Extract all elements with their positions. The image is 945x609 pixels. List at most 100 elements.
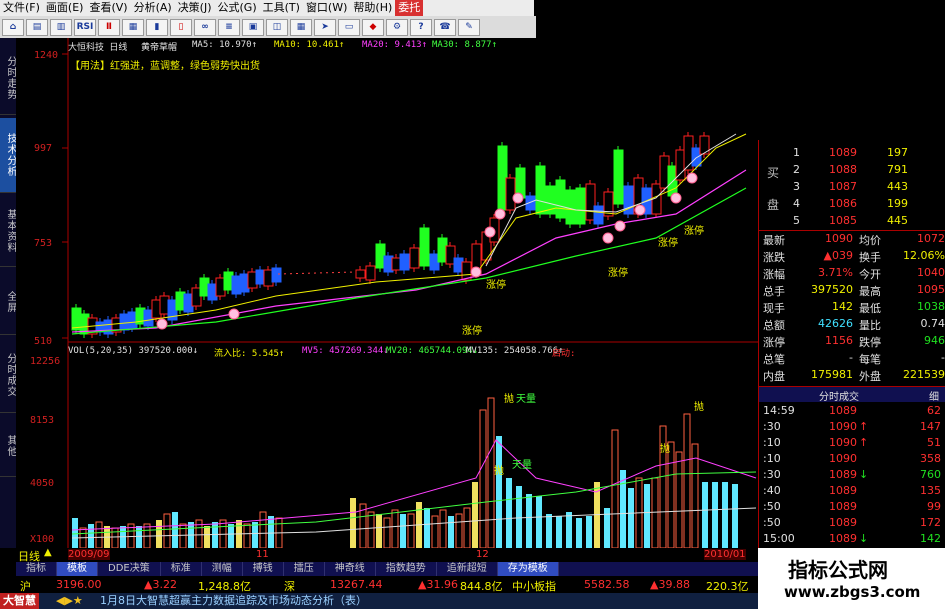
app-logo[interactable]: 大智慧	[0, 593, 39, 609]
vol-bar-24	[268, 516, 274, 548]
vol-bar-51	[566, 512, 572, 548]
zxb-label[interactable]: 中小板指	[512, 578, 556, 594]
stat-value: -	[849, 351, 853, 364]
annotation-zt2: 涨停	[486, 280, 506, 291]
vol-bar-2	[88, 524, 94, 548]
menu-item-7[interactable]: 窗口(W)	[303, 0, 350, 16]
trade-vol: 358	[920, 452, 941, 465]
vol-bar-53	[586, 516, 592, 548]
kline-chart-area[interactable]: 大恒科技 日线 黄帝草帽 MA5: 10.970↑ MA10: 10.461↑ MA…	[16, 38, 758, 563]
candle-body-43	[505, 177, 516, 211]
f10-icon[interactable]: ▦	[122, 18, 144, 36]
stat-label: 现手	[763, 302, 785, 315]
news-ticker[interactable]: 1月8日大智慧超赢主力数据追踪及市场动态分析（表）	[100, 593, 367, 609]
zxb-value: 5582.58	[584, 578, 630, 591]
trade-time: 15:00	[763, 532, 795, 545]
stat-value: 1095	[917, 283, 945, 296]
menu-item-5[interactable]: 公式(G)	[215, 0, 260, 16]
candle-body-46	[535, 165, 546, 215]
indicator-tab-8[interactable]: 指数趋势	[376, 562, 437, 576]
left-tab-5[interactable]: 其他	[0, 416, 16, 477]
stat-label: 最高	[859, 285, 881, 298]
news-icon[interactable]: ≡	[218, 18, 240, 36]
trade-vol: 62	[927, 404, 941, 417]
watermark-title: 指标公式网	[788, 558, 888, 582]
annotation-zt3: 涨停	[608, 268, 628, 279]
left-tab-0[interactable]: 分时走势	[0, 42, 16, 115]
sz-label[interactable]: 深	[284, 578, 295, 594]
list-icon[interactable]: ▤	[26, 18, 48, 36]
trade-time: :40	[763, 484, 781, 497]
trade-time: :10	[763, 436, 781, 449]
annotation-zt4: 涨停	[658, 238, 678, 249]
menu-item-4[interactable]: 决策(J)	[175, 0, 215, 16]
candle-body-52	[593, 205, 604, 225]
binoculars-icon[interactable]: ∞	[194, 18, 216, 36]
trades-detail-button[interactable]: 细	[929, 388, 939, 403]
buy-level-row[interactable]: 3 1087 443	[759, 180, 945, 197]
menu-item-1[interactable]: 画面(E)	[43, 0, 87, 16]
indicator-tab-0[interactable]: 指标	[16, 562, 57, 576]
home-icon[interactable]: ⌂	[2, 18, 24, 36]
scroll-prev-icon[interactable]: ◀▶★	[56, 593, 83, 609]
window-icon[interactable]: ▭	[338, 18, 360, 36]
help-icon[interactable]: ?	[410, 18, 432, 36]
indicator-tab-1[interactable]: 模板	[57, 562, 98, 576]
level2-icon[interactable]: Ⅱ	[98, 18, 120, 36]
grid-icon[interactable]: ▦	[290, 18, 312, 36]
buy-level-row[interactable]: 5 1085 445	[759, 214, 945, 231]
indicator-tab-5[interactable]: 搏钱	[243, 562, 284, 576]
vol-bar-47	[526, 494, 532, 548]
indicator-tab-2[interactable]: DDE决策	[98, 562, 161, 576]
buy-level-row[interactable]: 4 1086 199	[759, 197, 945, 214]
trades-header: 分时成交 细	[759, 386, 945, 403]
stat-label: 均价	[859, 234, 881, 247]
price-tick-1: 997	[34, 143, 53, 154]
trade-time: :30	[763, 420, 781, 433]
stat-label: 量比	[859, 319, 881, 332]
vol-tick-1: 8153	[30, 415, 55, 426]
toolbar: ⌂ ▤ ▥ RSI Ⅱ ▦ ▮ ▯ ∞ ≡ ▣ ◫ ▦ ➤ ▭ ◆ ⚙ ? ☎ …	[0, 16, 536, 39]
menu-item-9[interactable]: 委托	[395, 0, 424, 16]
buy-level-row[interactable]: 2 1088 791	[759, 163, 945, 180]
price-tick-2: 753	[34, 238, 53, 249]
trade-icon[interactable]: ◆	[362, 18, 384, 36]
portfolio-icon[interactable]: ◫	[266, 18, 288, 36]
indicator-tab-9[interactable]: 追新超短	[437, 562, 498, 576]
indicator-tab-7[interactable]: 神奇线	[325, 562, 376, 576]
left-tab-2[interactable]: 基本资料	[0, 196, 16, 267]
indicator-tab-3[interactable]: 标准	[161, 562, 202, 576]
indicator-tab-6[interactable]: 擂压	[284, 562, 325, 576]
sh-label[interactable]: 沪	[20, 578, 31, 594]
arrow-icon[interactable]: ➤	[314, 18, 336, 36]
left-tab-4[interactable]: 分时成交	[0, 338, 16, 413]
rsi-button[interactable]: RSI	[74, 18, 96, 36]
trade-vol: 135	[920, 484, 941, 497]
trade-vol: 142	[920, 532, 941, 545]
menu-item-0[interactable]: 文件(F)	[0, 0, 43, 16]
left-tab-3[interactable]: 全屏	[0, 270, 16, 335]
bar-chart-icon[interactable]: ▮	[146, 18, 168, 36]
chart-icon[interactable]: ▥	[50, 18, 72, 36]
menu-item-3[interactable]: 分析(A)	[131, 0, 175, 16]
trade-price: 1089	[829, 468, 857, 481]
period-arrow-icon[interactable]: ▲	[44, 547, 52, 558]
settings-icon[interactable]: ⚙	[386, 18, 408, 36]
left-tab-1[interactable]: 技术分析	[0, 118, 16, 193]
tools-icon[interactable]: ✎	[458, 18, 480, 36]
menu-item-2[interactable]: 查看(V)	[86, 0, 130, 16]
trade-arrow-icon: ↓	[859, 468, 869, 481]
date-m2: 12	[476, 549, 489, 560]
buy-level-row[interactable]: 1 1089 197	[759, 146, 945, 163]
candles-icon[interactable]: ▯	[170, 18, 192, 36]
indicator-tab-4[interactable]: 测幅	[202, 562, 243, 576]
indicator-tab-10[interactable]: 存为模板	[497, 562, 559, 576]
menu-item-6[interactable]: 工具(T)	[260, 0, 303, 16]
calc-icon[interactable]: ▣	[242, 18, 264, 36]
stat-label: 内盘	[763, 370, 785, 383]
menu-item-8[interactable]: 帮助(H)	[350, 0, 395, 16]
trade-vol: 51	[927, 436, 941, 449]
phone-icon[interactable]: ☎	[434, 18, 456, 36]
smiley-marker-2	[470, 266, 482, 278]
candle-body-48	[555, 179, 566, 219]
